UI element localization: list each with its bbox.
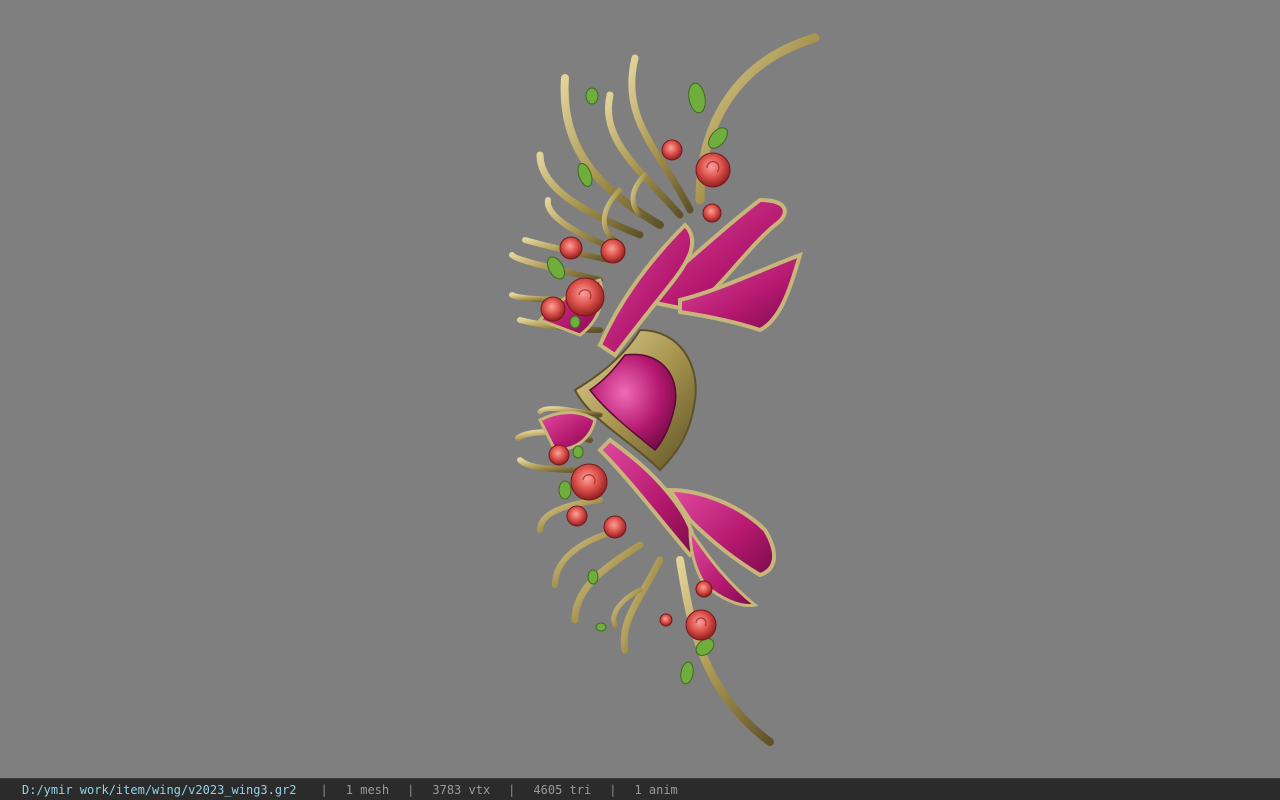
status-separator: | (609, 782, 617, 797)
status-bar: D:/ymir work/item/wing/v2023_wing3.gr2 |… (0, 778, 1280, 800)
anim-count: 1 anim (634, 782, 678, 797)
triangle-count: 4605 tri (533, 782, 592, 797)
mesh-count: 1 mesh (345, 782, 390, 797)
wing-model (509, 33, 820, 746)
status-separator: | (407, 782, 415, 797)
status-separator: | (508, 782, 516, 797)
3d-viewport[interactable] (0, 0, 1280, 778)
file-path: D:/ymir work/item/wing/v2023_wing3.gr2 (22, 782, 297, 797)
vertex-count: 3783 vtx (432, 782, 491, 797)
status-separator: | (320, 782, 328, 797)
heart-shield (573, 328, 697, 472)
